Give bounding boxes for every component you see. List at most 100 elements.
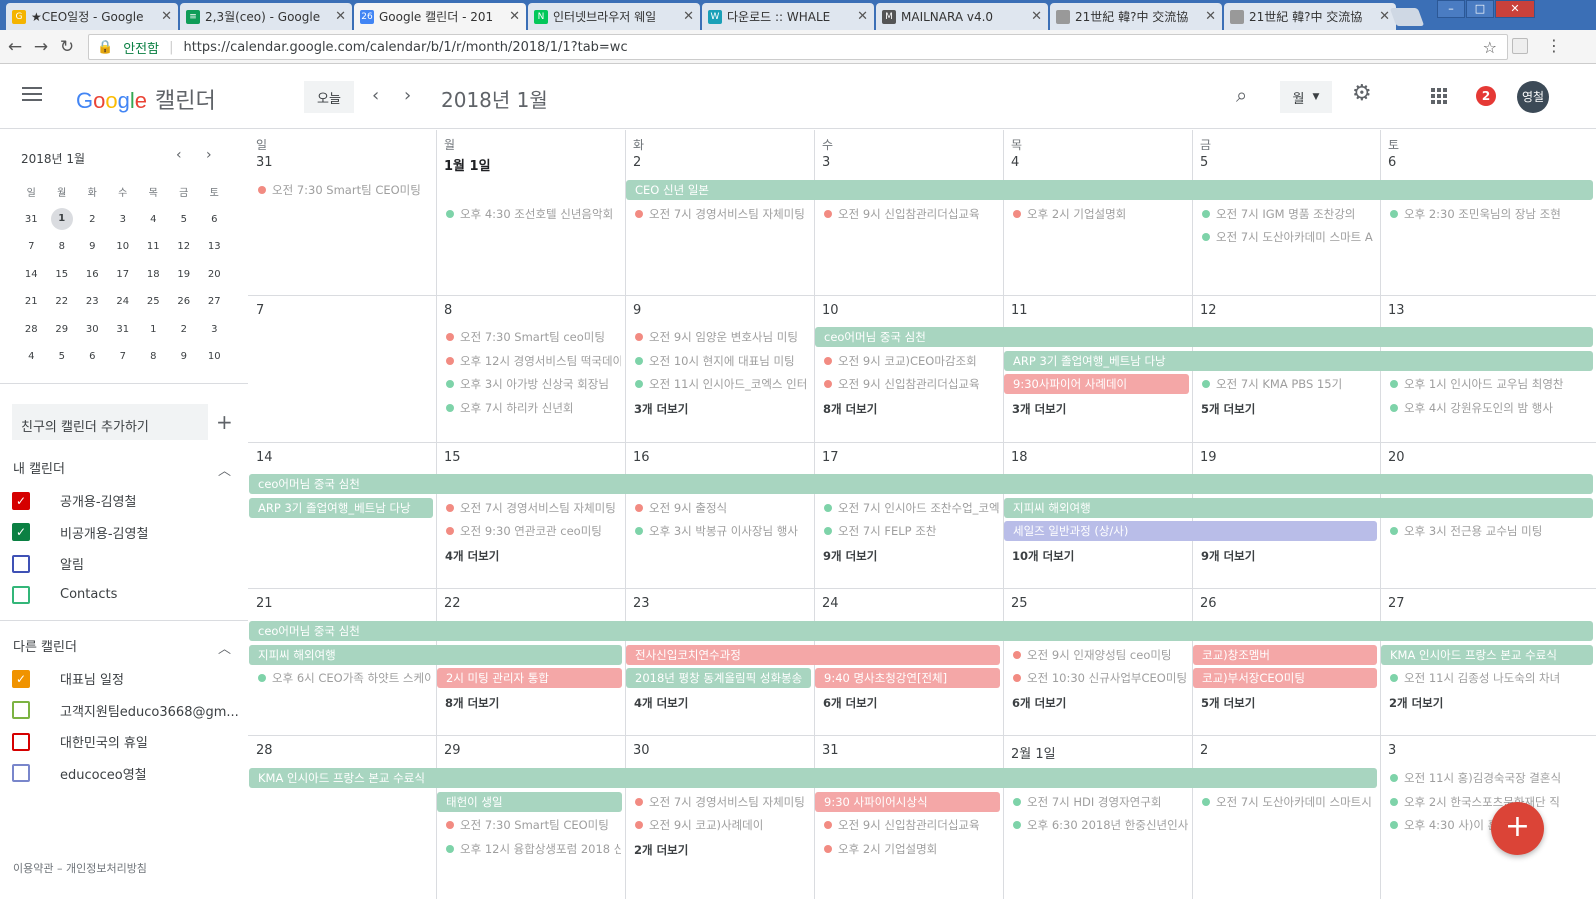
mini-day[interactable]: 2 <box>77 214 108 225</box>
unchecked-checkbox-icon[interactable] <box>12 585 30 604</box>
timed-event[interactable]: 오전 7시 경영서비스팀 자체미팅 <box>446 498 621 518</box>
all-day-event[interactable]: 지피씨 해외여행 <box>249 644 622 665</box>
all-day-event[interactable]: 9:40 명사초청강연[전체] <box>815 668 1000 688</box>
timed-event[interactable]: 오전 9시 신입참관리더십교육 <box>824 815 999 835</box>
day-number[interactable]: 20 <box>1388 450 1405 465</box>
mini-day[interactable]: 6 <box>199 214 230 225</box>
day-number[interactable]: 26 <box>1200 596 1217 611</box>
google-calendar-logo[interactable]: Google 캘린더 <box>76 83 216 115</box>
all-day-event[interactable]: KMA 인시아드 프랑스 본교 수료식 <box>1381 644 1593 665</box>
browser-tab[interactable]: G ★CEO일정 - Google ✕ <box>6 3 178 30</box>
create-event-button[interactable]: + <box>1491 802 1544 855</box>
browser-menu-icon[interactable]: ⋮ <box>1546 36 1562 55</box>
timed-event[interactable]: 오전 7시 경영서비스팀 자체미팅 <box>635 792 810 812</box>
timed-event[interactable]: 오후 3시 전근용 교수님 미팅 <box>1390 521 1592 541</box>
timed-event[interactable]: 오후 3시 아가방 신상국 회장님 <box>446 374 621 394</box>
all-day-event[interactable]: 9:30 사파이어시상식 <box>815 791 1000 812</box>
mini-day[interactable]: 4 <box>16 351 47 362</box>
day-number[interactable]: 5 <box>1200 155 1208 170</box>
minimize-window-button[interactable]: – <box>1437 0 1465 18</box>
browser-tab[interactable]: 21世紀 韓?中 交流協 ✕ <box>1050 3 1222 30</box>
day-number[interactable]: 31 <box>822 743 839 758</box>
day-number[interactable]: 12 <box>1200 303 1217 318</box>
other-calendars-heading[interactable]: 다른 캘린더 <box>13 636 77 655</box>
day-number[interactable]: 22 <box>444 596 461 611</box>
url-bar[interactable]: 🔒 안전함 | https://calendar.google.com/cale… <box>88 34 1508 60</box>
all-day-event[interactable]: ceo어머님 중국 심천 <box>249 474 1593 494</box>
mini-day[interactable]: 10 <box>199 351 230 362</box>
all-day-event[interactable]: 지피씨 해외여행 <box>1004 497 1593 518</box>
browser-tab[interactable]: M MAILNARA v4.0 ✕ <box>876 3 1048 30</box>
timed-event[interactable]: 오전 7:30 Smart팀 ceo미팅 <box>446 327 621 347</box>
all-day-event[interactable]: ARP 3기 졸업여행_베트남 다낭 <box>249 497 433 518</box>
mini-day[interactable]: 12 <box>169 241 200 252</box>
timed-event[interactable]: 오전 9시 신입참관리더십교육 <box>824 204 999 224</box>
all-day-event[interactable]: 세일즈 일반과정 (상/사) <box>1004 521 1377 541</box>
extension-icon[interactable] <box>1512 38 1528 54</box>
timed-event[interactable]: 오전 7시 HDI 경영자연구회 <box>1013 792 1188 812</box>
day-number[interactable]: 27 <box>1388 596 1405 611</box>
tab-close-icon[interactable]: ✕ <box>857 9 868 24</box>
more-events-link[interactable]: 3개 더보기 <box>634 401 688 417</box>
timed-event[interactable]: 오전 9시 임양운 변호사님 미팅 <box>635 327 810 347</box>
mini-day[interactable]: 7 <box>16 241 47 252</box>
timed-event[interactable]: 오후 7시 하리카 신년회 <box>446 398 621 418</box>
terms-privacy-link[interactable]: 이용약관 – 개인정보처리방침 <box>13 860 147 876</box>
timed-event[interactable]: 오후 3시 박봉규 이사장님 행사 <box>635 521 810 541</box>
day-number[interactable]: 25 <box>1011 596 1028 611</box>
all-day-event[interactable]: 코교)부서장CEO미팅 <box>1193 668 1377 688</box>
timed-event[interactable]: 오후 1시 인시아드 교우님 최영찬 <box>1390 374 1592 394</box>
new-tab-button[interactable] <box>1389 8 1425 26</box>
calendar-list-item[interactable]: educoceo영철 <box>12 764 147 783</box>
mini-day[interactable]: 10 <box>108 241 139 252</box>
mini-day[interactable]: 9 <box>77 241 108 252</box>
account-avatar[interactable]: 영철 <box>1517 81 1549 113</box>
mini-day[interactable]: 11 <box>138 241 169 252</box>
mini-day[interactable]: 27 <box>199 296 230 307</box>
all-day-event[interactable]: 2시 미팅 관리자 통합 <box>437 668 622 688</box>
timed-event[interactable]: 오전 7시 도산아카데미 스마트 A <box>1202 227 1376 247</box>
checked-checkbox-icon[interactable]: ✓ <box>12 523 30 541</box>
calendar-list-item[interactable]: 대한민국의 휴일 <box>12 732 148 751</box>
bookmark-star-icon[interactable]: ☆ <box>1483 38 1497 57</box>
timed-event[interactable]: 오후 2시 기업설명회 <box>824 839 999 859</box>
unchecked-checkbox-icon[interactable] <box>12 732 30 751</box>
timed-event[interactable]: 오전 7:30 Smart팀 CEO미팅 <box>446 815 621 835</box>
day-number[interactable]: 23 <box>633 596 650 611</box>
day-number[interactable]: 14 <box>256 450 273 465</box>
day-number[interactable]: 2 <box>1200 743 1208 758</box>
timed-event[interactable]: 오후 2시 한국스포츠문화재단 직 <box>1390 792 1592 812</box>
more-events-link[interactable]: 3개 더보기 <box>1012 401 1066 417</box>
timed-event[interactable]: 오전 7시 IGM 명품 조찬강의 <box>1202 204 1376 224</box>
mini-day[interactable]: 25 <box>138 296 169 307</box>
all-day-event[interactable]: ARP 3기 졸업여행_베트남 다낭 <box>1004 350 1593 371</box>
all-day-event[interactable]: 9:30사파이어 사례데이 <box>1004 374 1189 394</box>
day-number[interactable]: 24 <box>822 596 839 611</box>
day-number[interactable]: 7 <box>256 303 264 318</box>
timed-event[interactable]: 오후 2:30 조민욱님의 장남 조현 <box>1390 204 1592 224</box>
day-number[interactable]: 3 <box>1388 743 1396 758</box>
tab-close-icon[interactable]: ✕ <box>1205 9 1216 24</box>
day-number[interactable]: 2 <box>633 155 641 170</box>
url-text[interactable]: https://calendar.google.com/calendar/b/1… <box>183 40 627 55</box>
timed-event[interactable]: 오전 7시 KMA PBS 15기 <box>1202 374 1376 394</box>
search-icon[interactable]: ⌕ <box>1236 83 1247 107</box>
mini-day[interactable]: 31 <box>108 324 139 335</box>
unchecked-checkbox-icon[interactable] <box>12 701 30 719</box>
notification-badge[interactable]: 2 <box>1476 86 1496 106</box>
day-number[interactable]: 9 <box>633 303 641 318</box>
tab-close-icon[interactable]: ✕ <box>1031 9 1042 24</box>
back-icon[interactable]: ← <box>2 37 28 57</box>
browser-tab[interactable]: ≡ 2,3월(ceo) - Google ✕ <box>180 3 352 30</box>
calendar-list-item[interactable]: 알림 <box>12 554 84 573</box>
more-events-link[interactable]: 4개 더보기 <box>445 548 499 564</box>
more-events-link[interactable]: 2개 더보기 <box>634 842 688 858</box>
timed-event[interactable]: 오전 10시 현지에 대표님 미팅 <box>635 351 810 371</box>
more-events-link[interactable]: 4개 더보기 <box>634 695 688 711</box>
timed-event[interactable]: 오전 11시 홍)김경숙국장 결혼식 <box>1390 768 1592 788</box>
timed-event[interactable]: 오전 10:30 신규사업부CEO미팅 <box>1013 668 1188 688</box>
timed-event[interactable]: 오후 2시 기업설명회 <box>1013 204 1188 224</box>
day-number[interactable]: 21 <box>256 596 273 611</box>
calendar-list-item[interactable]: ✓ 대표님 일정 <box>12 669 124 688</box>
calendar-list-item[interactable]: Contacts <box>12 585 117 604</box>
